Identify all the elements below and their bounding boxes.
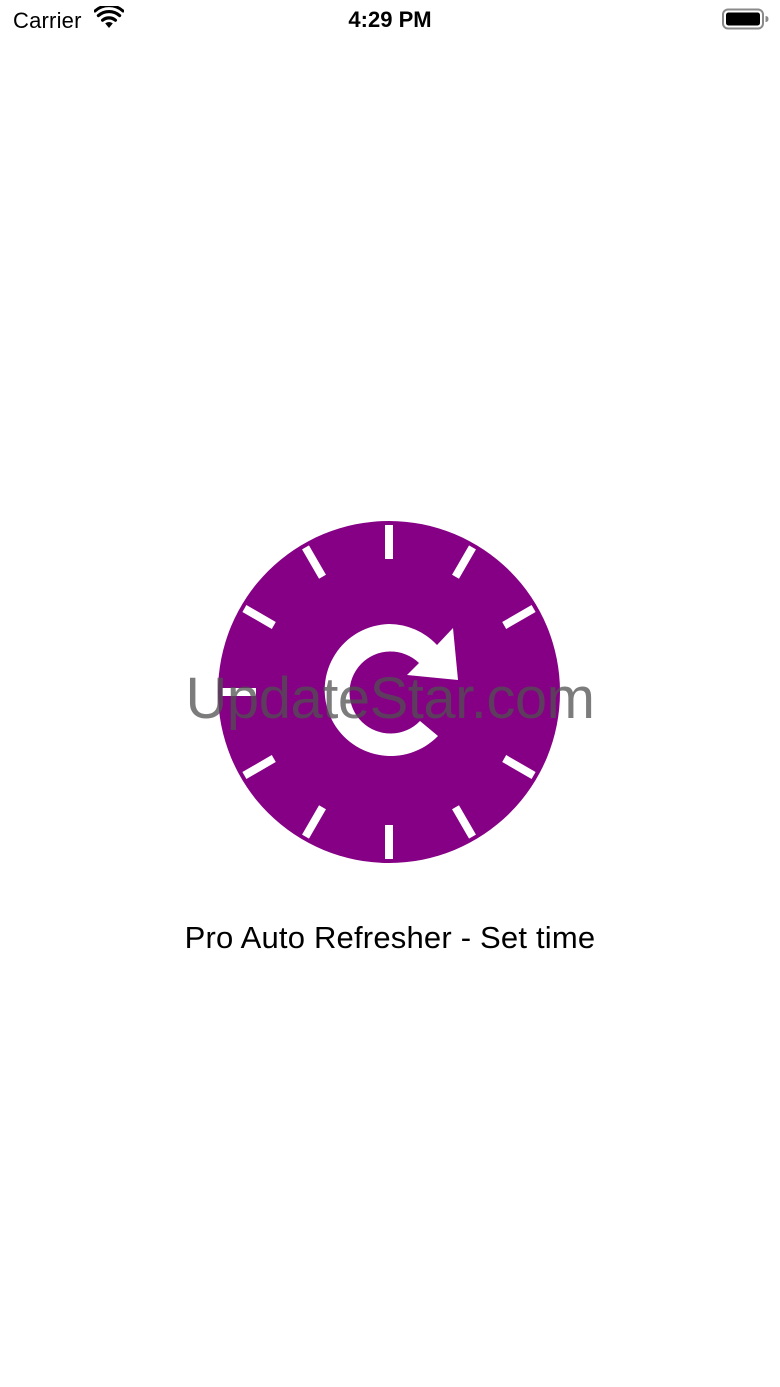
battery-icon — [722, 8, 769, 30]
status-time: 4:29 PM — [348, 7, 432, 32]
app-title: Pro Auto Refresher - Set time — [184, 920, 596, 955]
watermark: UpdateStar.com — [185, 666, 595, 731]
status-bar: Carrier 4:29 PM — [0, 0, 780, 40]
